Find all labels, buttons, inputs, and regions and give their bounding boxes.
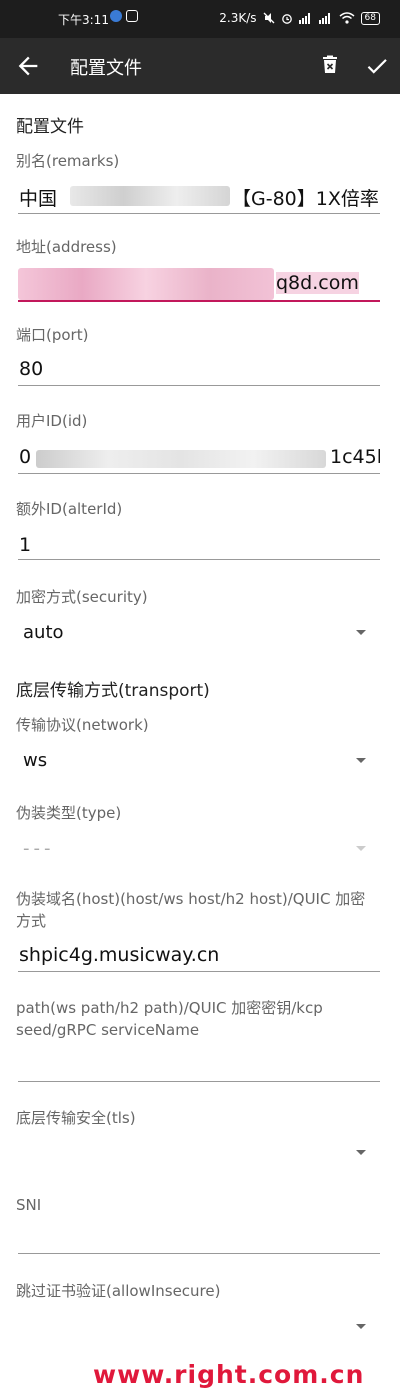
redacted-region — [36, 450, 326, 468]
app-notification-icon — [110, 10, 122, 22]
address-value-end: q8d.com — [276, 272, 359, 294]
app-notification-icon-2 — [126, 10, 138, 22]
id-value-end: 1c45l — [330, 446, 380, 468]
wifi-icon — [339, 12, 355, 24]
site-watermark: www.right.com.cn — [93, 1360, 365, 1389]
insecure-label: 跳过证书验证(allowInsecure) — [16, 1282, 221, 1300]
app-toolbar: 配置文件 — [0, 38, 400, 94]
status-bar: 下午3:11 2.3K/s 68 — [0, 0, 400, 38]
dropdown-caret-icon — [356, 1150, 366, 1155]
remarks-underline — [18, 213, 380, 214]
battery-indicator: 68 — [360, 11, 380, 25]
dropdown-caret-icon — [356, 630, 366, 635]
type-value: --- — [23, 838, 55, 859]
sni-underline — [18, 1253, 380, 1254]
page-title: 配置文件 — [70, 58, 142, 79]
id-value-start: 0 — [19, 446, 32, 468]
address-underline-focused — [18, 300, 380, 302]
sni-label: SNI — [16, 1196, 42, 1214]
host-label: 伪装域名(host)(host/ws host/h2 host)/QUIC 加密… — [16, 890, 366, 930]
delete-icon[interactable] — [318, 53, 342, 77]
port-underline — [18, 385, 380, 386]
path-underline — [18, 1081, 380, 1082]
alterid-value: 1 — [19, 534, 32, 556]
status-notification-icons — [110, 10, 138, 22]
status-time: 下午3:11 — [58, 13, 109, 27]
type-label: 伪装类型(type) — [16, 804, 122, 822]
back-arrow-icon[interactable] — [14, 52, 42, 80]
dropdown-caret-icon — [356, 758, 366, 763]
section-profile-heading: 配置文件 — [16, 117, 84, 137]
remarks-value-end: 【G-80】1X倍率 — [232, 188, 379, 210]
dropdown-caret-icon — [356, 1324, 366, 1329]
alterid-underline — [18, 559, 380, 560]
host-value: shpic4g.musicway.cn — [19, 944, 220, 966]
host-underline — [18, 971, 380, 972]
alterid-label: 额外ID(alterId) — [16, 500, 123, 518]
dropdown-caret-icon — [356, 846, 366, 851]
network-speed: 2.3K/s — [219, 11, 257, 25]
address-label: 地址(address) — [16, 238, 117, 256]
port-label: 端口(port) — [16, 326, 89, 344]
remarks-value-start: 中国 — [19, 188, 58, 210]
port-value: 80 — [19, 358, 44, 380]
security-value: auto — [23, 622, 64, 643]
mute-icon — [263, 12, 275, 24]
signal-icon — [298, 13, 310, 24]
redacted-region — [70, 186, 230, 206]
path-label: path(ws path/h2 path)/QUIC 加密密钥/kcp seed… — [16, 999, 323, 1039]
status-right: 2.3K/s 68 — [219, 11, 380, 25]
network-value: ws — [23, 750, 48, 771]
id-label: 用户ID(id) — [16, 412, 88, 430]
signal-icon-2 — [318, 13, 330, 24]
id-underline — [18, 473, 380, 474]
tls-label: 底层传输安全(tls) — [16, 1109, 136, 1127]
network-label: 传输协议(network) — [16, 716, 149, 734]
save-check-icon[interactable] — [364, 53, 390, 79]
alarm-icon — [281, 14, 292, 24]
section-transport-heading: 底层传输方式(transport) — [16, 681, 210, 701]
remarks-label: 别名(remarks) — [16, 152, 120, 170]
redacted-highlight — [18, 268, 274, 300]
security-label: 加密方式(security) — [16, 588, 148, 606]
